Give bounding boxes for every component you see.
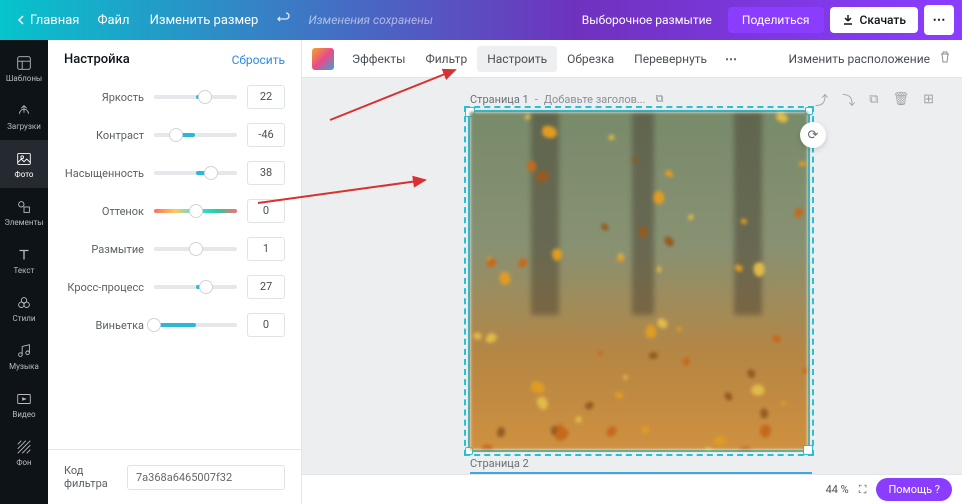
slider-thumb[interactable] xyxy=(198,90,212,104)
effects-button[interactable]: Эффекты xyxy=(342,46,415,72)
slider-value[interactable]: 1 xyxy=(247,237,285,261)
undo-icon xyxy=(276,10,292,26)
download-icon xyxy=(842,14,854,26)
fullscreen-icon[interactable]: ⛶ xyxy=(859,483,867,497)
slider-label: Кросс-процесс xyxy=(64,281,154,294)
slider-value[interactable]: 22 xyxy=(247,85,285,109)
home-button[interactable]: Главная xyxy=(8,9,87,32)
nav-uploads[interactable]: Загрузки xyxy=(0,92,48,140)
page-header: Страница 1- Добавьте заголов... ⧉ xyxy=(470,92,663,106)
slider-thumb[interactable] xyxy=(169,128,183,142)
color-palette-button[interactable] xyxy=(312,48,334,70)
nav-elements[interactable]: Элементы xyxy=(0,188,48,236)
nav-styles[interactable]: Стили xyxy=(0,284,48,332)
slider-xprocess: Кросс-процесс 27 xyxy=(64,275,285,299)
left-nav: Шаблоны Загрузки Фото Элементы Текст Сти… xyxy=(0,40,48,504)
slider-value[interactable]: 38 xyxy=(247,161,285,185)
status-bar: 44 % ⛶ Помощь ? xyxy=(302,474,962,504)
crop-button[interactable]: Обрезка xyxy=(557,46,624,72)
share-button[interactable]: Поделиться xyxy=(728,7,824,33)
save-status: Изменения сохранены xyxy=(308,13,433,27)
flip-button[interactable]: Перевернуть xyxy=(624,46,717,72)
slider-thumb[interactable] xyxy=(199,280,213,294)
zoom-level[interactable]: 44 % xyxy=(826,483,849,496)
page2-label: Страница 2 xyxy=(470,457,529,470)
page-down-icon[interactable]: ⤵ xyxy=(842,90,855,109)
slider-contrast: Контраст -46 xyxy=(64,123,285,147)
slider-track[interactable] xyxy=(154,285,237,289)
slider-thumb[interactable] xyxy=(204,166,218,180)
nav-music[interactable]: Музыка xyxy=(0,332,48,380)
more-tools-button[interactable]: ⋯ xyxy=(717,46,747,72)
image-content xyxy=(470,112,808,450)
nav-background[interactable]: Фон xyxy=(0,428,48,476)
nav-photos[interactable]: Фото xyxy=(0,140,48,188)
download-button[interactable]: Скачать xyxy=(830,7,918,33)
help-button[interactable]: Помощь ? xyxy=(876,478,952,501)
slider-track[interactable] xyxy=(154,209,237,213)
slider-thumb[interactable] xyxy=(189,242,203,256)
slider-label: Оттенок xyxy=(64,205,154,218)
slider-label: Яркость xyxy=(64,91,154,104)
delete-button[interactable] xyxy=(938,50,952,67)
slider-track[interactable] xyxy=(154,133,237,137)
page-title-placeholder[interactable]: Добавьте заголов... xyxy=(544,93,646,106)
copy-icon[interactable]: ⧉ xyxy=(656,92,664,106)
slider-value[interactable]: -46 xyxy=(247,123,285,147)
slider-tint: Оттенок 0 xyxy=(64,199,285,223)
selected-image[interactable]: ⟳ xyxy=(468,110,810,452)
slider-label: Контраст xyxy=(64,129,154,142)
add-page-icon[interactable]: ⊞ xyxy=(923,92,934,107)
refresh-image-button[interactable]: ⟳ xyxy=(800,122,826,148)
slider-blur: Размытие 1 xyxy=(64,237,285,261)
slider-label: Размытие xyxy=(64,243,154,256)
nav-text[interactable]: Текст xyxy=(0,236,48,284)
trash-icon xyxy=(938,50,952,64)
slider-saturation: Насыщенность 38 xyxy=(64,161,285,185)
slider-thumb[interactable] xyxy=(189,204,203,218)
adjust-panel: Настройка Сбросить Яркость 22 Контраст -46 Н… xyxy=(48,40,302,504)
slider-value[interactable]: 0 xyxy=(247,199,285,223)
chevron-left-icon xyxy=(16,15,26,25)
slider-brightness: Яркость 22 xyxy=(64,85,285,109)
selective-blur-label[interactable]: Выборочное размытие xyxy=(572,9,722,31)
filter-code-label: Код фильтра xyxy=(64,464,117,490)
nav-templates[interactable]: Шаблоны xyxy=(0,44,48,92)
slider-track[interactable] xyxy=(154,171,237,175)
nav-video[interactable]: Видео xyxy=(0,380,48,428)
undo-button[interactable] xyxy=(268,6,300,34)
slider-track[interactable] xyxy=(154,95,237,99)
image-toolbar: Эффекты Фильтр Настроить Обрезка Перевер… xyxy=(302,40,962,78)
adjust-button[interactable]: Настроить xyxy=(477,46,557,72)
arrange-button[interactable]: Изменить расположение xyxy=(788,52,930,66)
delete-page-icon[interactable]: 🗑 xyxy=(893,92,910,107)
top-menu-bar: Главная Файл Изменить размер Изменения с… xyxy=(0,0,962,40)
resize-menu[interactable]: Изменить размер xyxy=(140,9,269,32)
slider-track[interactable] xyxy=(154,323,237,327)
reset-button[interactable]: Сбросить xyxy=(232,53,285,67)
canvas-area[interactable]: Страница 1- Добавьте заголов... ⧉ ⤴ ⤵ ⧉ … xyxy=(302,78,962,474)
slider-vignette: Виньетка 0 xyxy=(64,313,285,337)
slider-label: Виньетка xyxy=(64,319,154,332)
slider-track[interactable] xyxy=(154,247,237,251)
page-tools: ⤴ ⤵ ⧉ 🗑 ⊞ xyxy=(815,90,934,109)
slider-value[interactable]: 0 xyxy=(247,313,285,337)
page-up-icon[interactable]: ⤴ xyxy=(815,90,828,109)
slider-value[interactable]: 27 xyxy=(247,275,285,299)
duplicate-page-icon[interactable]: ⧉ xyxy=(869,92,878,107)
slider-thumb[interactable] xyxy=(147,318,161,332)
file-menu[interactable]: Файл xyxy=(87,9,139,32)
slider-label: Насыщенность xyxy=(64,167,154,180)
filter-code-input[interactable] xyxy=(127,465,285,490)
panel-title: Настройка xyxy=(64,52,130,67)
more-button[interactable]: ⋯ xyxy=(924,5,954,35)
filter-button[interactable]: Фильтр xyxy=(415,46,477,72)
